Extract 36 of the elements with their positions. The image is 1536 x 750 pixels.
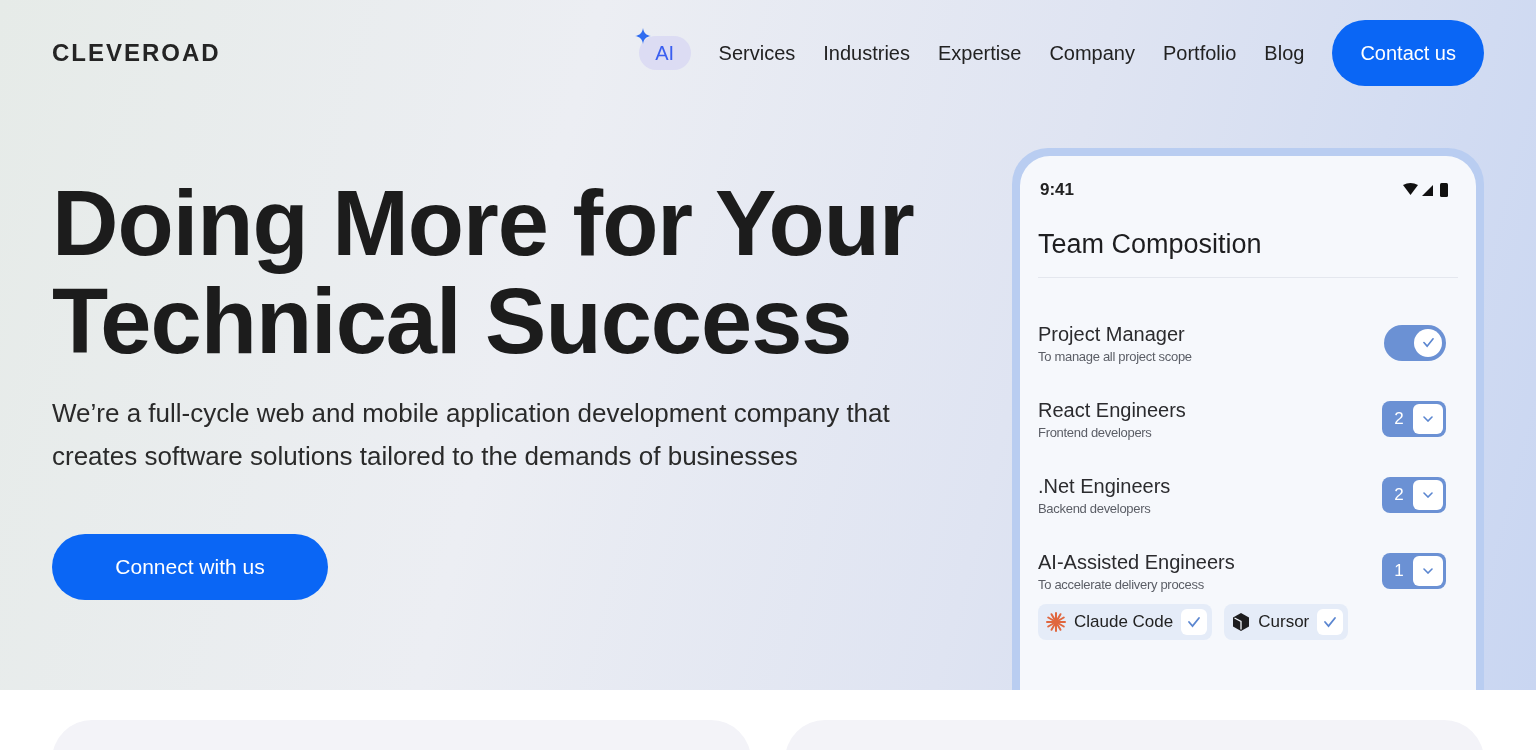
check-icon xyxy=(1187,615,1202,628)
role-name: Project Manager xyxy=(1038,321,1186,347)
nav-link[interactable]: Portfolio xyxy=(1163,38,1237,68)
connect-button[interactable]: Connect with us xyxy=(52,534,328,600)
role-description: Backend developers xyxy=(1038,499,1152,518)
chevron-down-icon xyxy=(1423,491,1433,498)
nav-link[interactable]: Services xyxy=(718,38,796,68)
toggle-switch[interactable] xyxy=(1384,324,1446,361)
chevron-down-icon xyxy=(1423,415,1433,422)
starburst-icon xyxy=(1046,611,1066,632)
ai-nav-link[interactable]: AI xyxy=(638,36,691,70)
hero-subtitle: We’re a full-cycle web and mobile application development company that creates software solutions tailored to the demands of businesses xyxy=(52,397,891,473)
nav-link[interactable]: Industries xyxy=(823,38,910,68)
status-time: 9:41 xyxy=(1040,179,1075,202)
tool-chip[interactable]: Cursor xyxy=(1224,603,1349,640)
contact-button[interactable]: Contact us xyxy=(1332,20,1484,86)
nav-link[interactable]: Blog xyxy=(1264,38,1305,68)
check-icon xyxy=(1421,337,1435,348)
role-description: Frontend developers xyxy=(1038,423,1153,442)
cube-icon xyxy=(1232,611,1251,632)
role-description: To manage all project scope xyxy=(1038,347,1192,366)
screen-title: Team Composition xyxy=(1038,224,1458,278)
check-icon xyxy=(1323,615,1338,628)
nav-link[interactable]: Company xyxy=(1049,38,1135,68)
logo[interactable]: CLEVEROAD xyxy=(52,35,221,71)
role-name: AI-Assisted Engineers xyxy=(1038,549,1235,575)
hero-title: Doing More for Your xyxy=(52,174,915,272)
sparkle-icon xyxy=(634,28,651,44)
checkbox[interactable] xyxy=(1317,608,1344,635)
role-name: .Net Engineers xyxy=(1038,473,1171,499)
role-description: To accelerate delivery process xyxy=(1038,575,1205,594)
chevron-down-icon xyxy=(1423,567,1433,574)
nav-link[interactable]: Expertise xyxy=(938,38,1022,68)
checkbox[interactable] xyxy=(1181,608,1208,635)
tool-chip[interactable]: Claude Code xyxy=(1038,603,1213,640)
role-name: React Engineers xyxy=(1038,397,1186,423)
